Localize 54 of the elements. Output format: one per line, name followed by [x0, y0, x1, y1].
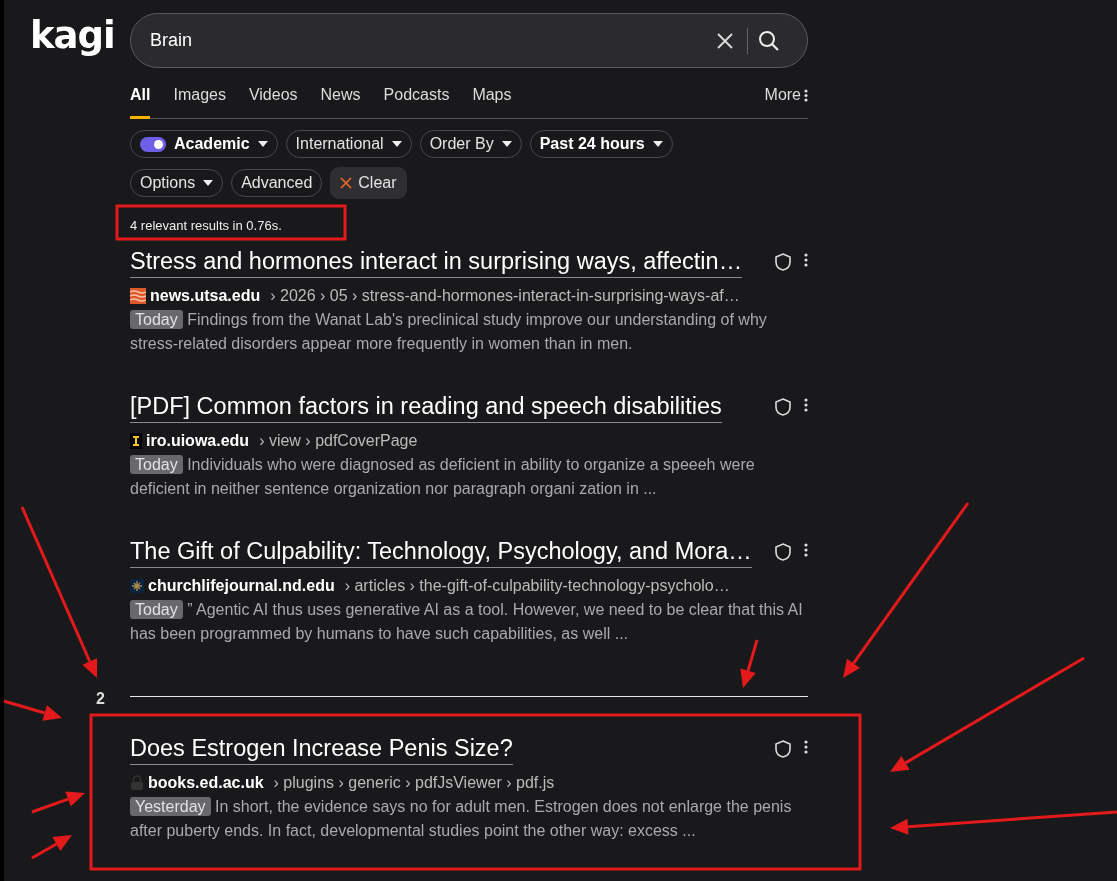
- breadcrumb-path: › articles › the-gift-of-culpability-technology-psycholo…: [344, 577, 730, 595]
- caret-icon: [652, 141, 663, 147]
- more-options-icon[interactable]: [804, 253, 808, 267]
- result-title-link[interactable]: Does Estrogen Increase Penis Size?: [130, 733, 513, 765]
- clear-button[interactable]: Clear: [330, 167, 407, 199]
- favicon-icon: [130, 433, 142, 449]
- result-title-link[interactable]: [PDF] Common factors in reading and speech disabilities: [130, 391, 722, 423]
- annotation-arrow: [31, 791, 85, 814]
- caret-icon: [203, 180, 214, 186]
- shield-icon[interactable]: [775, 740, 791, 758]
- annotation-arrow: [740, 639, 759, 688]
- result-snippet: Today Individuals who were diagnosed as deficient in ability to organize a speeeh were deficient in neither sentence organization nor paragraph organi zation in ...: [130, 454, 756, 499]
- caret-icon: [501, 141, 512, 147]
- page-number: 2: [96, 689, 106, 708]
- more-options-icon[interactable]: [804, 740, 808, 754]
- lock-icon: [130, 775, 144, 791]
- result-snippet: Yesterday In short, the evidence says no for adult men. Estrogen does not enlarge the penis after puberty ends. In fact, developmental studies point the other way: excess ...: [130, 796, 793, 841]
- tab[interactable]: Podcasts: [383, 68, 450, 119]
- tab[interactable]: Videos: [248, 68, 298, 119]
- favicon-icon: [130, 579, 144, 593]
- result-count: 4 relevant results in 0.76s.: [130, 218, 282, 233]
- close-icon: [340, 177, 353, 189]
- result-snippet: Today ” Agentic AI thus uses generative AI as a tool. However, we need to be clear that this AI has been programmed by humans to have such capabilities, as well ...: [130, 599, 804, 644]
- more-options-icon[interactable]: [804, 398, 808, 412]
- tab[interactable]: All: [130, 68, 151, 119]
- tab[interactable]: Maps: [472, 68, 512, 119]
- breadcrumb-path: › view › pdfCoverPage: [259, 432, 418, 450]
- breadcrumb-path: › 2026 › 05 › stress-and-hormones-interact-in-surprising-ways-af…: [270, 287, 740, 305]
- annotation-arrow: [31, 835, 72, 860]
- result-title-link[interactable]: Stress and hormones interact in surprising ways, affectin…: [130, 246, 743, 278]
- shield-icon[interactable]: [775, 543, 791, 561]
- logo[interactable]: kagi: [30, 14, 115, 58]
- favicon-icon: [130, 288, 146, 304]
- clear-icon[interactable]: [716, 31, 734, 50]
- result-domain[interactable]: news.utsa.edu: [150, 287, 261, 305]
- result-domain[interactable]: churchlifejournal.nd.edu: [148, 577, 335, 595]
- caret-icon: [257, 141, 268, 147]
- caret-icon: [391, 141, 402, 147]
- tab[interactable]: Images: [173, 68, 226, 119]
- more-options-icon[interactable]: [804, 543, 808, 557]
- result-domain[interactable]: books.ed.ac.uk: [148, 774, 264, 792]
- annotation-arrow: [4, 698, 62, 721]
- result-title-link[interactable]: The Gift of Culpability: Technology, Psychology, and Mora…: [130, 536, 752, 568]
- breadcrumb-path: › plugins › generic › pdfJsViewer › pdf.js: [273, 774, 555, 792]
- search-icon[interactable]: [758, 29, 780, 52]
- result-domain[interactable]: iro.uiowa.edu: [146, 432, 250, 450]
- tab[interactable]: News: [320, 68, 361, 119]
- more-menu[interactable]: More: [764, 68, 808, 118]
- shield-icon[interactable]: [775, 398, 791, 416]
- shield-icon[interactable]: [775, 253, 791, 271]
- result-snippet: Today Findings from the Wanat Lab's preclinical study improve our understanding of why stress-related disorders appear more frequently in women than in men.: [130, 309, 768, 354]
- search-field[interactable]: Brain: [130, 13, 808, 68]
- toggle-switch[interactable]: [140, 136, 166, 152]
- more-icon: [804, 88, 808, 102]
